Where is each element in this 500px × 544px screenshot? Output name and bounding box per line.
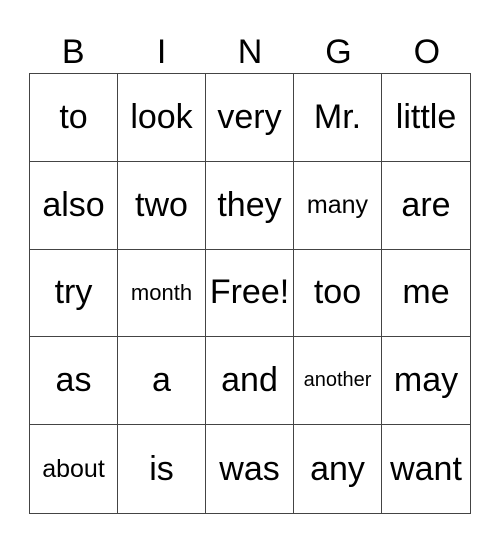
header-letter-g: G: [325, 33, 352, 71]
bingo-card-grid: to look very Mr. little also two they ma…: [29, 73, 471, 514]
bingo-cell[interactable]: another: [294, 337, 382, 426]
bingo-cell[interactable]: little: [382, 74, 470, 162]
bingo-header: B I N G O: [29, 30, 471, 74]
bingo-cell[interactable]: look: [118, 74, 206, 162]
header-letter-n: N: [237, 33, 263, 71]
bingo-cell[interactable]: month: [118, 249, 206, 338]
bingo-cell[interactable]: and: [206, 337, 294, 426]
bingo-cell[interactable]: are: [382, 162, 470, 250]
header-letter-o: O: [413, 33, 441, 71]
bingo-cell[interactable]: also: [30, 161, 118, 250]
bingo-cell[interactable]: any: [294, 425, 382, 513]
bingo-cell[interactable]: to: [30, 74, 118, 162]
bingo-cell[interactable]: many: [294, 161, 382, 250]
bingo-cell[interactable]: Mr.: [294, 74, 382, 162]
header-letter-b: B: [61, 33, 85, 71]
bingo-cell[interactable]: me: [382, 250, 470, 338]
bingo-cell[interactable]: may: [382, 337, 470, 426]
bingo-cell[interactable]: too: [294, 249, 382, 338]
bingo-cell[interactable]: a: [118, 337, 206, 426]
bingo-cell[interactable]: is: [118, 425, 206, 513]
bingo-cell[interactable]: they: [206, 161, 294, 250]
bingo-cell[interactable]: very: [206, 74, 294, 162]
free-space-cell[interactable]: Free!: [206, 249, 294, 338]
bingo-cell[interactable]: as: [30, 337, 118, 426]
bingo-cell[interactable]: want: [382, 425, 470, 513]
bingo-cell[interactable]: two: [118, 161, 206, 250]
header-letter-i: I: [156, 33, 167, 71]
bingo-cell[interactable]: about: [30, 425, 118, 513]
bingo-cell[interactable]: try: [30, 249, 118, 338]
bingo-cell[interactable]: was: [206, 425, 294, 513]
